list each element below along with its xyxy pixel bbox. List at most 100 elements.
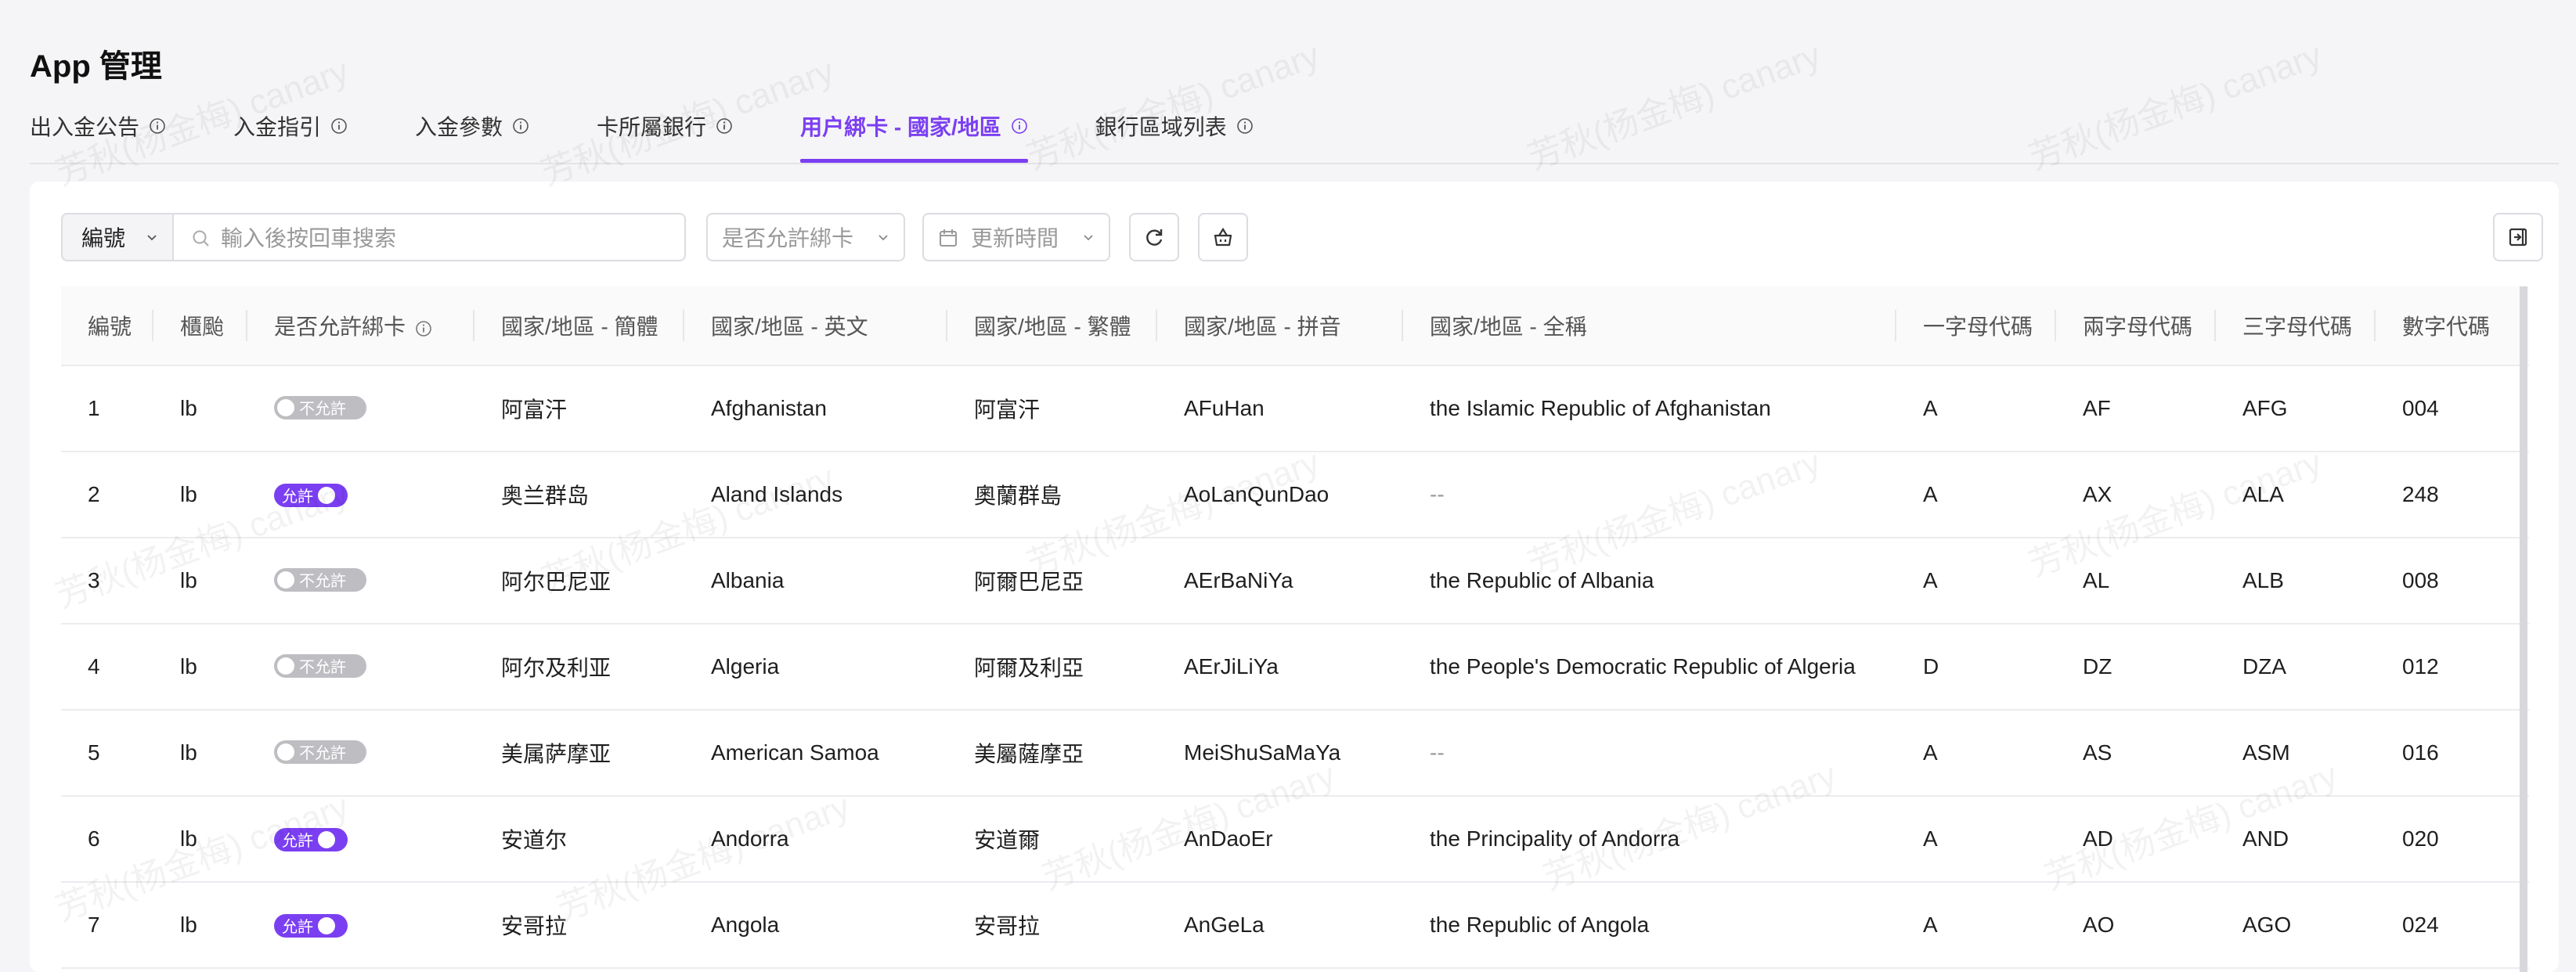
english-name-cell: American Samoa: [684, 710, 947, 797]
numeric-code-cell: 024: [2376, 882, 2529, 969]
refresh-icon: [1142, 225, 1166, 249]
table-scrollbar[interactable]: [2520, 286, 2527, 972]
allow-bind-toggle[interactable]: 允許: [274, 483, 348, 507]
column-header-label: 國家/地區 - 拼音: [1184, 315, 1341, 339]
content-card: 編號 輸入後按回車搜索 是否允許綁卡 更新時間 編號 櫃颱 是否允許綁卡 國家/…: [30, 182, 2559, 972]
simplified-name-cell: 阿尔及利亚: [474, 624, 684, 711]
toggle-label: 不允許: [299, 659, 346, 676]
alpha2-code-cell: DZ: [2056, 624, 2216, 711]
column-header: 國家/地區 - 簡體: [474, 286, 684, 366]
alpha3-code-cell: DZA: [2216, 624, 2376, 711]
info-icon[interactable]: [415, 320, 432, 337]
column-header-label: 一字母代碼: [1923, 315, 2033, 339]
pinyin-cell: AnDaoEr: [1157, 796, 1403, 883]
alpha1-code-cell: A: [1896, 538, 2056, 625]
update-time-filter[interactable]: 更新時間: [922, 213, 1110, 261]
counter-cell: lb: [153, 710, 247, 797]
info-icon[interactable]: [716, 117, 733, 135]
allow-bind-cell: 允許: [247, 882, 474, 969]
tab-5[interactable]: 銀行區域列表: [1095, 108, 1254, 144]
alpha2-code-cell: AF: [2056, 365, 2216, 452]
allow-bind-toggle[interactable]: 不允許: [274, 395, 366, 419]
allow-bind-toggle[interactable]: 允許: [274, 827, 348, 851]
alpha1-code-cell: A: [1896, 710, 2056, 797]
numeric-code-cell: 248: [2376, 452, 2529, 538]
table-row: 3 lb 不允許 阿尔巴尼亚 Albania 阿爾巴尼亞 AErBaNiYa the Repu…: [61, 538, 2529, 625]
refresh-button[interactable]: [1129, 213, 1179, 261]
counter-cell: lb: [153, 365, 247, 452]
traditional-name-cell: 奧蘭群島: [947, 452, 1157, 538]
tab-0[interactable]: 出入金公告: [30, 108, 166, 144]
table-header-row: 編號 櫃颱 是否允許綁卡 國家/地區 - 簡體 國家/地區 - 英文 國家/地區 - 繁體…: [61, 286, 2529, 366]
tab-3[interactable]: 卡所屬銀行: [597, 108, 733, 144]
export-icon: [2506, 225, 2530, 249]
info-icon[interactable]: [512, 117, 529, 135]
simplified-name-cell: 安道尔: [474, 796, 684, 883]
column-header-label: 國家/地區 - 全稱: [1430, 315, 1587, 339]
tab-2[interactable]: 入金參數: [415, 108, 529, 144]
numeric-code-cell: 004: [2376, 365, 2529, 452]
export-button[interactable]: [2493, 213, 2543, 261]
full-name-cell: the People's Democratic Republic of Alge…: [1403, 624, 1896, 711]
toggle-knob: [277, 398, 294, 416]
alpha1-code-cell: A: [1896, 452, 2056, 538]
allow-bind-cell: 允許: [247, 796, 474, 883]
search-placeholder: 輸入後按回車搜索: [221, 226, 397, 250]
alpha1-code-cell: A: [1896, 882, 2056, 969]
alpha3-code-cell: ALA: [2216, 452, 2376, 538]
simplified-name-cell: 阿富汗: [474, 365, 684, 452]
allow-bind-toggle[interactable]: 允許: [274, 913, 348, 938]
id-cell: 4: [61, 624, 153, 711]
english-name-cell: Afghanistan: [684, 365, 947, 452]
toggle-label: 允許: [282, 919, 313, 936]
search-field-label: 編號: [81, 226, 126, 250]
column-header-label: 國家/地區 - 繁體: [974, 315, 1131, 339]
column-header: 國家/地區 - 繁體: [947, 286, 1157, 366]
alpha3-code-cell: AGO: [2216, 882, 2376, 969]
table-row: 4 lb 不允許 阿尔及利亚 Algeria 阿爾及利亞 AErJiLiYa the Peop…: [61, 624, 2529, 711]
table-row: 6 lb 允許 安道尔 Andorra 安道爾 AnDaoEr the Principalit…: [61, 796, 2529, 883]
traditional-name-cell: 美屬薩摩亞: [947, 710, 1157, 797]
full-name-cell: the Republic of Angola: [1403, 882, 1896, 969]
basket-button[interactable]: [1198, 213, 1248, 261]
column-header: 櫃颱: [153, 286, 247, 366]
english-name-cell: Aland Islands: [684, 452, 947, 538]
pinyin-cell: MeiShuSaMaYa: [1157, 710, 1403, 797]
id-cell: 2: [61, 452, 153, 538]
table-row: 1 lb 不允許 阿富汗 Afghanistan 阿富汗 AFuHan the Islamic…: [61, 365, 2529, 452]
column-header-label: 兩字母代碼: [2083, 315, 2193, 339]
alpha2-code-cell: AS: [2056, 710, 2216, 797]
simplified-name-cell: 美属萨摩亚: [474, 710, 684, 797]
traditional-name-cell: 阿爾及利亞: [947, 624, 1157, 711]
allow-bind-filter[interactable]: 是否允許綁卡: [706, 213, 905, 261]
tab-label: 卡所屬銀行: [597, 115, 707, 139]
allow-bind-toggle[interactable]: 不允許: [274, 567, 366, 592]
full-name-cell: the Republic of Albania: [1403, 538, 1896, 625]
info-icon[interactable]: [149, 117, 166, 135]
toggle-knob: [277, 657, 294, 675]
table-row: 5 lb 不允許 美属萨摩亚 American Samoa 美屬薩摩亞 MeiShuSaMa…: [61, 710, 2529, 797]
page-title: App 管理: [30, 49, 162, 84]
pinyin-cell: AoLanQunDao: [1157, 452, 1403, 538]
allow-bind-toggle[interactable]: 不允許: [274, 740, 366, 764]
info-icon[interactable]: [1236, 117, 1254, 135]
toggle-knob: [318, 830, 335, 848]
search-input[interactable]: 輸入後按回車搜索: [172, 213, 686, 261]
info-icon[interactable]: [1011, 117, 1028, 135]
toggle-label: 不允許: [299, 401, 346, 418]
full-name-cell: --: [1403, 710, 1896, 797]
numeric-code-cell: 008: [2376, 538, 2529, 625]
tab-bar: 出入金公告 入金指引 入金參數 卡所屬銀行 用户綁卡 - 國家/地區 銀行區域列表: [30, 108, 2559, 164]
tab-4[interactable]: 用户綁卡 - 國家/地區: [800, 108, 1028, 163]
pinyin-cell: AnGeLa: [1157, 882, 1403, 969]
alpha3-code-cell: AND: [2216, 796, 2376, 883]
allow-bind-toggle[interactable]: 不允許: [274, 653, 366, 678]
toggle-knob: [277, 743, 294, 761]
tab-label: 出入金公告: [30, 115, 140, 139]
column-header: 國家/地區 - 英文: [684, 286, 947, 366]
calendar-icon: [938, 228, 958, 248]
tab-1[interactable]: 入金指引: [233, 108, 348, 144]
search-field-select[interactable]: 編號: [61, 213, 174, 261]
info-icon[interactable]: [330, 117, 348, 135]
alpha1-code-cell: A: [1896, 796, 2056, 883]
